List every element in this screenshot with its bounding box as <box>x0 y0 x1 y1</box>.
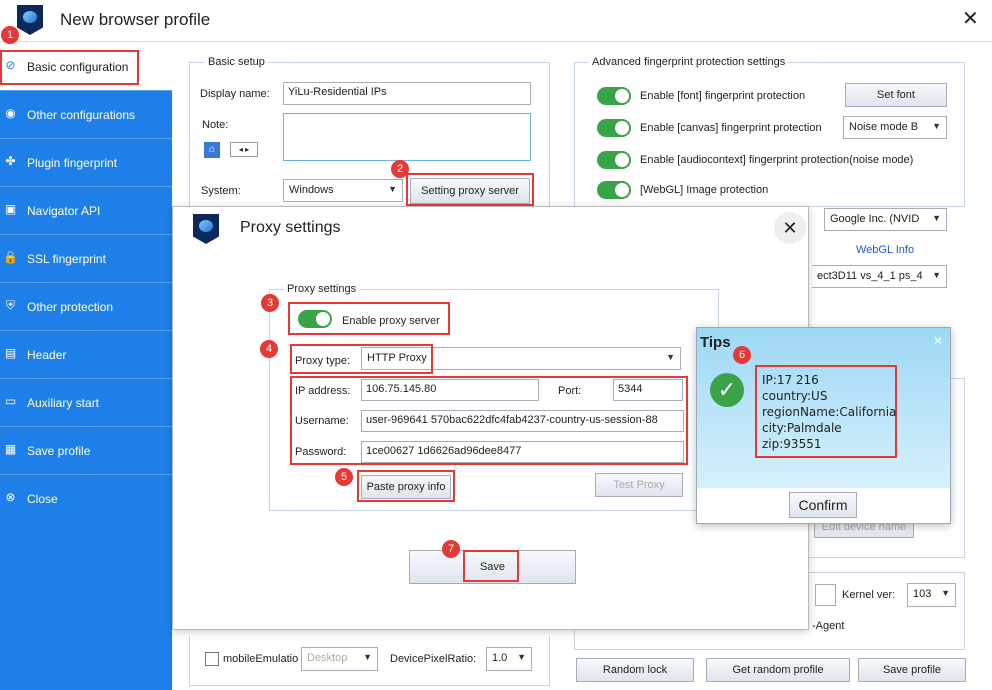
sidebar-item-save-profile[interactable]: ▦ Save profile <box>0 427 172 475</box>
confirm-button[interactable]: Confirm <box>789 492 857 518</box>
audio-label: Enable [audiocontext] fingerprint protec… <box>640 154 914 166</box>
step-badge-3: 3 <box>261 294 279 312</box>
display-name-label: Display name: <box>200 88 270 100</box>
arrows-icon[interactable]: ◂ ▸ <box>230 142 258 157</box>
sidebar-item-close[interactable]: ⊗ Close <box>0 475 172 523</box>
webgl-vendor-select[interactable]: Google Inc. (NVID <box>824 208 947 231</box>
webgl-toggle[interactable] <box>597 181 631 199</box>
canvas-toggle[interactable] <box>597 119 631 137</box>
sidebar-item-auxiliary-start[interactable]: ▭ Auxiliary start <box>0 379 172 427</box>
window-title: New browser profile <box>60 10 211 29</box>
highlight-credentials <box>290 376 688 465</box>
webgl-renderer-select[interactable]: ect3D11 vs_4_1 ps_4 <box>812 265 947 288</box>
sidebar-item-label: Other protection <box>27 300 114 314</box>
font-label: Enable [font] fingerprint protection <box>640 90 806 102</box>
kernel-extra-input[interactable] <box>815 584 836 606</box>
chrome-icon: ◉ <box>5 106 16 120</box>
close-icon: ⊗ <box>5 490 16 504</box>
checkmark-icon: ✓ <box>710 373 744 407</box>
mobile-select[interactable]: Desktop <box>301 647 378 671</box>
step-badge-4: 4 <box>260 340 278 358</box>
step-badge-1: 1 <box>1 26 19 44</box>
header-icon: ▤ <box>4 346 17 360</box>
tips-popup: Tips ✕ ✓ IP:17 216 country:US regionName… <box>696 327 951 524</box>
sidebar-item-label: Navigator API <box>27 204 101 218</box>
highlight-proxy-type <box>290 344 433 374</box>
highlight-save <box>463 550 519 582</box>
tips-city: city:Palmdale <box>762 421 842 435</box>
sidebar-item-label: Other configurations <box>27 108 136 122</box>
tips-close-icon[interactable]: ✕ <box>933 334 943 348</box>
webgl-label: [WebGL] Image protection <box>640 184 769 196</box>
highlight-enable-proxy <box>288 302 450 335</box>
advanced-title: Advanced fingerprint protection settings <box>589 56 789 68</box>
highlight-paste <box>357 470 455 502</box>
dpr-label: DevicePixelRatio: <box>390 653 477 665</box>
lock-icon: 🔒 <box>3 250 18 264</box>
canvas-mode-select[interactable]: Noise mode B <box>843 116 947 139</box>
audio-toggle[interactable] <box>597 151 631 169</box>
window-close-icon[interactable]: ✕ <box>962 6 979 31</box>
title-bar: New browser profile ✕ <box>0 0 992 42</box>
set-font-button[interactable]: Set font <box>845 83 947 107</box>
dpr-select[interactable]: 1.0 <box>486 647 532 671</box>
font-toggle[interactable] <box>597 87 631 105</box>
sidebar-item-ssl-fingerprint[interactable]: 🔒 SSL fingerprint <box>0 235 172 283</box>
sidebar-item-label: Close <box>27 492 58 506</box>
basic-setup-title: Basic setup <box>205 56 268 68</box>
sidebar-item-plugin-fingerprint[interactable]: ✤ Plugin fingerprint <box>0 139 172 187</box>
mobile-label: mobileEmulatio <box>223 653 299 665</box>
cmd-icon: ▭ <box>4 394 17 408</box>
tips-ip: IP:17 216 <box>762 373 819 387</box>
get-random-profile-button[interactable]: Get random profile <box>706 658 850 682</box>
save-icon: ▦ <box>4 442 17 456</box>
sidebar-item-navigator-api[interactable]: ▣ Navigator API <box>0 187 172 235</box>
api-icon: ▣ <box>4 202 17 216</box>
sidebar: ⊘ Basic configuration ◉ Other configurat… <box>0 43 172 690</box>
tips-zip: zip:93551 <box>762 437 822 451</box>
sidebar-item-label: Save profile <box>27 444 91 458</box>
dialog-close-icon[interactable]: ✕ <box>774 212 806 244</box>
tips-title: Tips <box>700 334 731 351</box>
tips-country: country:US <box>762 389 828 403</box>
step-badge-5: 5 <box>335 468 353 486</box>
sidebar-item-label: SSL fingerprint <box>27 252 106 266</box>
mobile-checkbox[interactable] <box>205 652 219 666</box>
app-logo-icon <box>17 5 43 35</box>
note-label: Note: <box>202 119 229 131</box>
save-profile-button[interactable]: Save profile <box>858 658 966 682</box>
system-select[interactable]: Windows <box>283 179 403 202</box>
sidebar-item-header[interactable]: ▤ Header <box>0 331 172 379</box>
step-badge-2: 2 <box>391 160 409 178</box>
tips-info: IP:17 216 country:US regionName:Californ… <box>762 372 896 452</box>
display-name-input[interactable]: YiLu-Residential IPs <box>283 82 531 105</box>
note-input[interactable] <box>283 113 531 161</box>
highlight-basic-configuration <box>0 50 139 85</box>
user-agent-label: -Agent <box>812 620 845 632</box>
step-badge-7: 7 <box>442 540 460 558</box>
test-proxy-button[interactable]: Test Proxy <box>595 473 683 497</box>
dialog-title: Proxy settings <box>240 219 341 236</box>
plugin-icon: ✤ <box>5 154 16 168</box>
kernel-select[interactable]: 103 <box>907 583 956 607</box>
shield-icon: ⛨ <box>5 298 15 312</box>
tips-region: regionName:California <box>762 405 897 419</box>
sidebar-item-label: Auxiliary start <box>27 396 100 410</box>
step-badge-6: 6 <box>733 346 751 364</box>
sidebar-item-other-configurations[interactable]: ◉ Other configurations <box>0 91 172 139</box>
dialog-logo-icon <box>193 214 219 244</box>
kernel-label: Kernel ver: <box>842 589 896 601</box>
highlight-proxy-button <box>406 173 534 206</box>
sidebar-item-label: Plugin fingerprint <box>27 156 118 170</box>
system-label: System: <box>201 185 241 197</box>
sidebar-item-label: Header <box>27 348 67 362</box>
canvas-label: Enable [canvas] fingerprint protection <box>640 122 822 134</box>
webgl-info-link[interactable]: WebGL Info <box>856 244 914 256</box>
home-icon[interactable]: ⌂ <box>204 142 220 158</box>
proxy-group-title: Proxy settings <box>284 283 360 295</box>
random-lock-button[interactable]: Random lock <box>576 658 694 682</box>
sidebar-item-other-protection[interactable]: ⛨ Other protection <box>0 283 172 331</box>
